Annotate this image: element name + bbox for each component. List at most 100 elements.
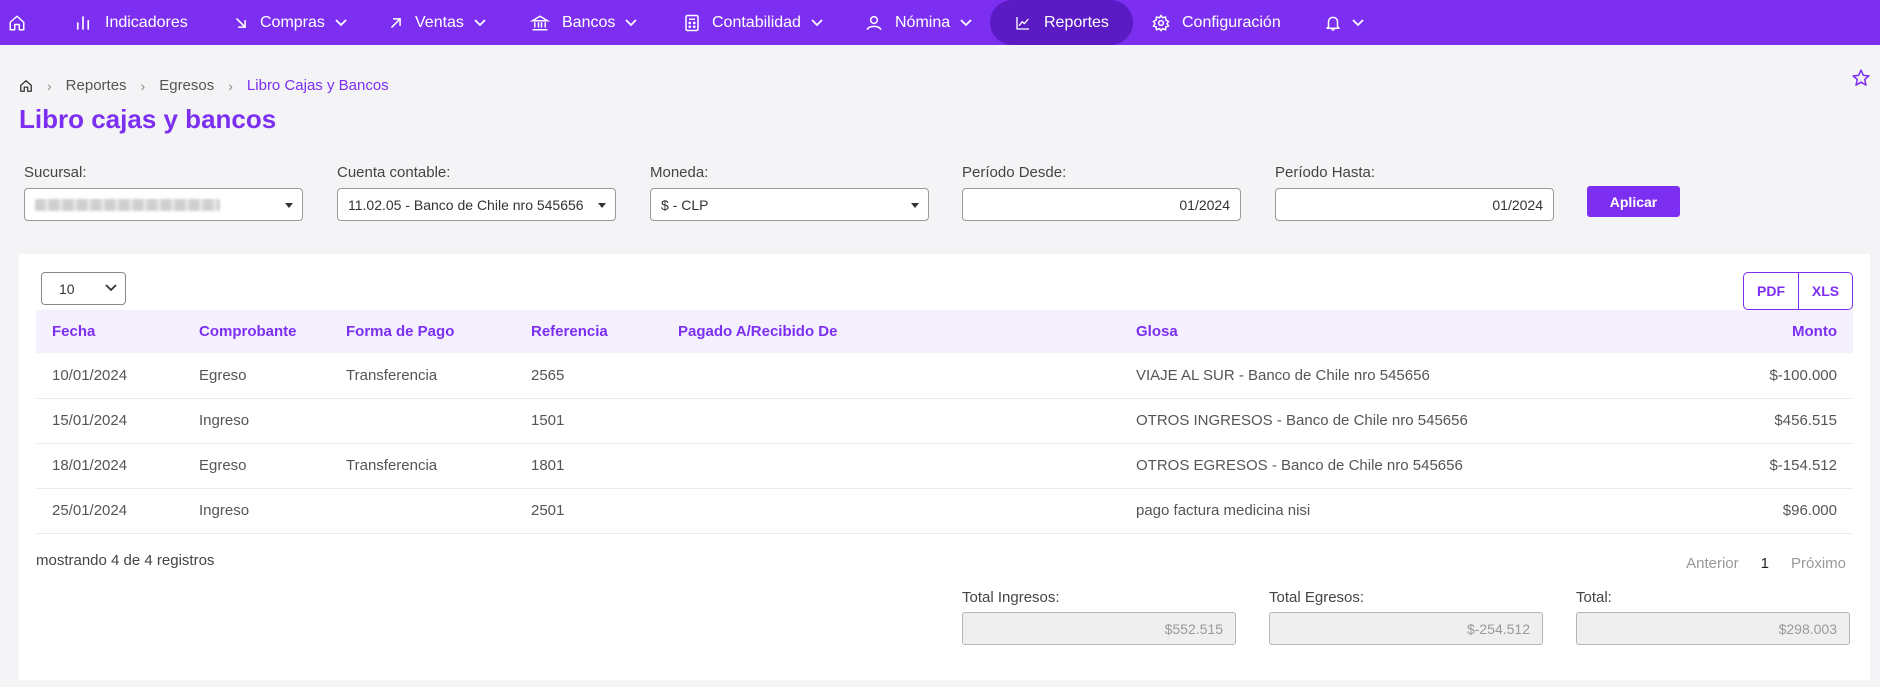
cell-fecha: 10/01/2024 <box>52 366 128 384</box>
total-ingresos: Total Ingresos: $552.515 <box>962 589 1236 645</box>
nav-item-contabilidad[interactable]: Contabilidad <box>684 0 823 45</box>
cell-monto: $-100.000 <box>1769 366 1837 384</box>
filter-label: Moneda: <box>650 164 709 181</box>
chevron-down-icon <box>335 18 347 26</box>
notifications-menu[interactable] <box>1324 0 1364 45</box>
total-label: Total Egresos: <box>1269 589 1365 606</box>
column-header-forma-pago[interactable]: Forma de Pago <box>330 310 515 353</box>
pagination-prev[interactable]: Anterior <box>1686 555 1739 572</box>
calculator-icon <box>685 14 699 31</box>
breadcrumb-current: Libro Cajas y Bancos <box>246 77 389 94</box>
cuenta-select[interactable]: 11.02.05 - Banco de Chile nro 545656 <box>337 188 616 221</box>
desde-input[interactable]: 01/2024 <box>962 188 1241 221</box>
apply-button[interactable]: Aplicar <box>1587 186 1680 217</box>
export-xls-button[interactable]: XLS <box>1798 272 1853 310</box>
table-header-row: Fecha Comprobante Forma de Pago Referenc… <box>36 310 1853 353</box>
chevron-right-icon: › <box>47 77 52 94</box>
cell-comprobante: Egreso <box>199 457 247 474</box>
cell-pagado-recibido <box>662 398 1120 443</box>
chevron-down-icon <box>625 18 638 26</box>
cell-referencia: 1501 <box>531 412 565 429</box>
pagination-next[interactable]: Próximo <box>1791 555 1846 572</box>
bar-chart-icon <box>76 15 90 30</box>
top-navbar: Indicadores Compras Ventas Bancos Contab… <box>0 0 1880 45</box>
column-header-monto[interactable]: Monto <box>1580 310 1853 353</box>
nav-item-compras[interactable]: Compras <box>234 0 347 45</box>
cell-glosa: OTROS EGRESOS - Banco de Chile nro 54565… <box>1136 457 1463 474</box>
page-size-select[interactable]: 10 <box>41 272 126 305</box>
filter-sucursal: Sucursal: <box>24 164 303 221</box>
filter-cuenta: Cuenta contable: 11.02.05 - Banco de Chi… <box>337 164 616 221</box>
bank-icon <box>530 14 550 30</box>
breadcrumb-item-egresos[interactable]: Egresos <box>159 77 214 94</box>
chevron-down-icon <box>960 18 972 26</box>
nav-item-configuracion[interactable]: Configuración <box>1152 0 1281 45</box>
bell-icon <box>1326 16 1340 30</box>
total-general-field: $298.003 <box>1576 612 1850 645</box>
total-label: Total: <box>1576 589 1612 606</box>
total-general: Total: $298.003 <box>1576 589 1850 645</box>
cell-glosa: VIAJE AL SUR - Banco de Chile nro 545656 <box>1136 366 1430 384</box>
cell-forma-pago: Transferencia <box>346 366 438 384</box>
page-title: Libro cajas y bancos <box>19 104 277 134</box>
arrow-up-right-icon <box>391 17 401 28</box>
nav-label: Ventas <box>415 13 464 31</box>
cell-pagado-recibido <box>662 443 1120 488</box>
cell-referencia: 2501 <box>531 502 565 519</box>
line-chart-icon <box>1016 16 1029 30</box>
page-size-value: 10 <box>59 280 75 297</box>
pagination: Anterior 1 Próximo <box>1686 555 1846 572</box>
cell-referencia: 2565 <box>531 366 565 384</box>
chevron-down-icon <box>105 284 117 292</box>
arrow-down-right-icon <box>236 17 246 28</box>
column-header-pagado-recibido[interactable]: Pagado A/Recibido De <box>662 310 1120 353</box>
nav-item-bancos[interactable]: Bancos <box>530 0 638 45</box>
nav-label: Indicadores <box>105 13 188 31</box>
table-row: 10/01/2024 Egreso Transferencia 2565 VIA… <box>36 353 1853 398</box>
home-icon[interactable] <box>19 79 33 93</box>
nav-item-indicadores[interactable]: Indicadores <box>73 0 188 45</box>
records-count: mostrando 4 de 4 registros <box>36 552 215 569</box>
breadcrumb: › Reportes › Egresos › Libro Cajas y Ban… <box>19 77 389 94</box>
chevron-right-icon: › <box>228 77 233 94</box>
filter-moneda: Moneda: $ - CLP <box>650 164 929 221</box>
cell-forma-pago <box>330 488 515 533</box>
breadcrumb-item-reportes[interactable]: Reportes <box>66 77 127 94</box>
chevron-right-icon: › <box>140 77 146 94</box>
cell-referencia: 1801 <box>531 457 565 474</box>
column-header-fecha[interactable]: Fecha <box>36 310 183 353</box>
total-egresos: Total Egresos: $-254.512 <box>1269 589 1543 645</box>
cell-pagado-recibido <box>662 488 1120 533</box>
cell-comprobante: Egreso <box>199 366 247 384</box>
table-row: 25/01/2024 Ingreso 2501 pago factura med… <box>36 488 1853 533</box>
moneda-select[interactable]: $ - CLP <box>650 188 929 221</box>
star-icon[interactable] <box>1851 68 1871 88</box>
cell-comprobante: Ingreso <box>199 412 250 429</box>
cell-forma-pago <box>330 398 515 443</box>
gear-icon <box>1152 13 1170 32</box>
cell-monto: $96.000 <box>1782 502 1837 519</box>
cell-pagado-recibido <box>662 353 1120 398</box>
sucursal-select[interactable] <box>24 188 303 221</box>
home-icon[interactable] <box>8 0 26 45</box>
input-value: 01/2024 <box>1179 196 1230 213</box>
nav-label: Bancos <box>562 13 616 31</box>
redacted-value <box>35 198 220 211</box>
nav-item-reportes[interactable]: Reportes <box>990 0 1133 45</box>
hasta-input[interactable]: 01/2024 <box>1275 188 1554 221</box>
pagination-page-current[interactable]: 1 <box>1761 555 1769 572</box>
column-header-referencia[interactable]: Referencia <box>515 310 662 353</box>
cell-fecha: 15/01/2024 <box>52 412 128 429</box>
filter-label: Sucursal: <box>24 164 87 181</box>
nav-item-nomina[interactable]: Nómina <box>865 0 972 45</box>
filter-label: Período Hasta: <box>1275 164 1376 181</box>
filter-hasta: Período Hasta: 01/2024 <box>1275 164 1554 221</box>
column-header-glosa[interactable]: Glosa <box>1120 310 1580 353</box>
nav-label: Reportes <box>1044 13 1109 31</box>
nav-item-ventas[interactable]: Ventas <box>389 0 486 45</box>
select-value: $ - CLP <box>661 196 709 213</box>
results-card: 10 PDF XLS Fecha Comprobante Forma de Pa… <box>19 254 1870 680</box>
export-pdf-button[interactable]: PDF <box>1743 272 1799 310</box>
input-value: 01/2024 <box>1492 196 1543 213</box>
column-header-comprobante[interactable]: Comprobante <box>183 310 330 353</box>
